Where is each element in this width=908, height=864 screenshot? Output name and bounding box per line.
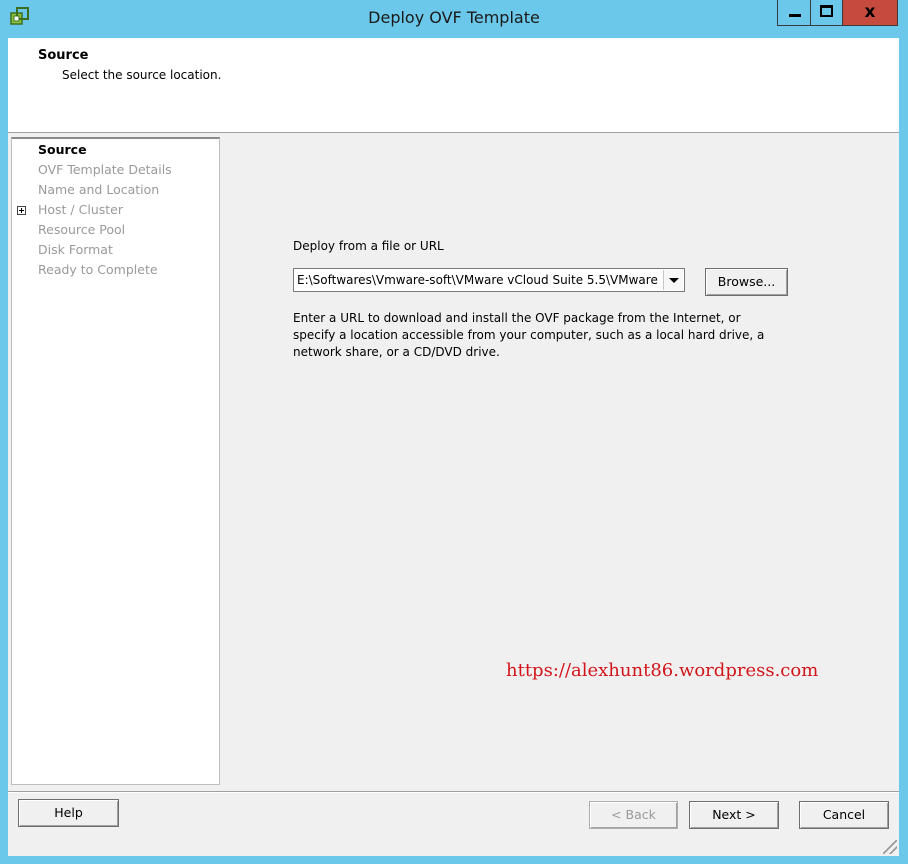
step-host-cluster[interactable]: Host / Cluster xyxy=(38,202,123,217)
close-button[interactable]: x xyxy=(843,0,898,26)
deploy-ovf-window: Deploy OVF Template x Source Select the … xyxy=(0,0,908,864)
dropdown-arrow-icon[interactable] xyxy=(663,270,683,290)
window-title: Deploy OVF Template xyxy=(368,8,540,27)
minimize-icon xyxy=(789,14,801,17)
title-bar[interactable]: Deploy OVF Template x xyxy=(0,0,908,38)
step-source[interactable]: Source xyxy=(38,142,87,157)
source-label: Deploy from a file or URL xyxy=(293,239,444,253)
step-name-and-location[interactable]: Name and Location xyxy=(38,182,159,197)
wizard-header: Source Select the source location. xyxy=(8,38,899,133)
expand-icon[interactable] xyxy=(17,206,26,215)
help-button[interactable]: Help xyxy=(18,799,119,827)
maximize-icon xyxy=(820,5,833,17)
resize-grip-icon[interactable] xyxy=(883,840,897,854)
dialog-client-area: Source Select the source location. Sourc… xyxy=(8,38,899,856)
browse-button[interactable]: Browse... xyxy=(705,268,788,296)
next-button[interactable]: Next > xyxy=(689,801,779,829)
source-path-value[interactable]: E:\Softwares\Vmware-soft\VMware vCloud S… xyxy=(297,273,663,287)
minimize-button[interactable] xyxy=(777,0,811,26)
page-title: Source xyxy=(38,48,89,63)
back-button[interactable]: < Back xyxy=(589,801,678,829)
watermark-url: https://alexhunt86.wordpress.com xyxy=(506,660,819,681)
source-description: Enter a URL to download and install the … xyxy=(293,311,765,359)
step-disk-format[interactable]: Disk Format xyxy=(38,242,113,257)
maximize-button[interactable] xyxy=(811,0,843,26)
step-resource-pool[interactable]: Resource Pool xyxy=(38,222,125,237)
step-ready-to-complete[interactable]: Ready to Complete xyxy=(38,262,158,277)
close-icon: x xyxy=(864,2,876,22)
cancel-button[interactable]: Cancel xyxy=(799,801,889,829)
wizard-steps-panel: Source OVF Template Details Name and Loc… xyxy=(11,137,220,785)
page-subtitle: Select the source location. xyxy=(62,68,222,82)
step-ovf-template-details[interactable]: OVF Template Details xyxy=(38,162,172,177)
footer-divider xyxy=(8,791,899,793)
source-path-combobox[interactable]: E:\Softwares\Vmware-soft\VMware vCloud S… xyxy=(293,268,685,292)
